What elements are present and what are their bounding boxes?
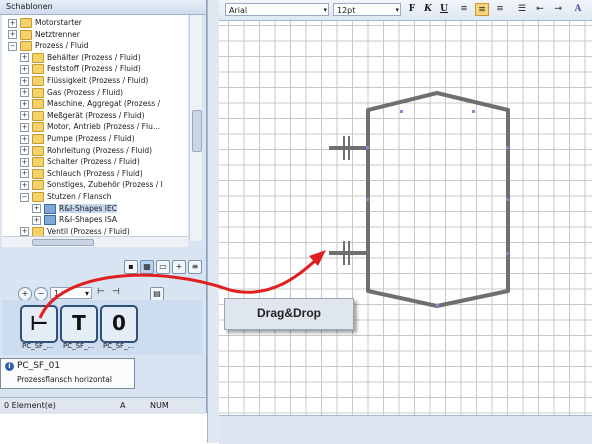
drag-drop-label: Drag&Drop — [224, 298, 354, 330]
vessel-shape[interactable] — [329, 91, 510, 308]
drag-drop-text: Drag&Drop — [256, 306, 321, 320]
drawing-layer — [38, 91, 510, 319]
